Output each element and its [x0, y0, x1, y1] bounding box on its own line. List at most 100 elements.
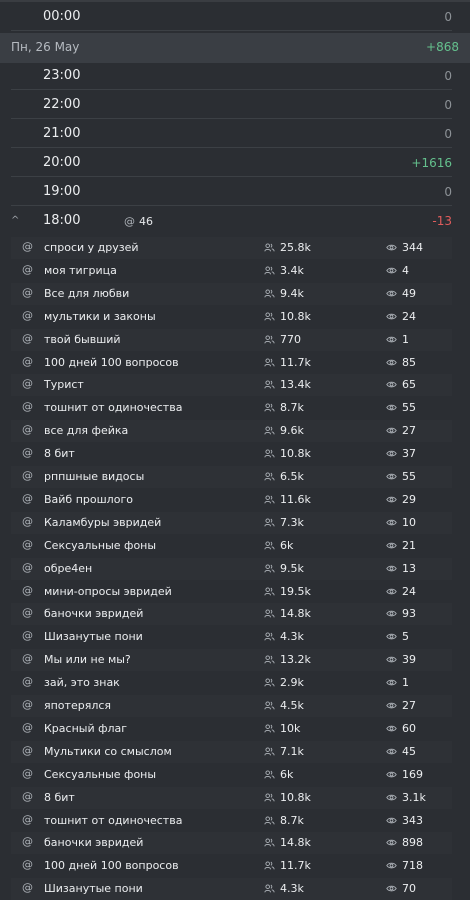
views-value: 45 [402, 745, 416, 758]
channel-row[interactable]: @ баночки эвридей 14.8k 898 [11, 832, 452, 854]
channel-name[interactable]: зай, это знак [44, 676, 120, 689]
channel-name[interactable]: мини-опросы эвридей [44, 585, 172, 598]
channel-name[interactable]: твой бывший [44, 333, 121, 346]
channel-row[interactable]: @ обре4ен 9.5k 13 [11, 558, 452, 580]
hour-value: +1616 [411, 156, 452, 170]
subscribers-count: 9.6k [264, 424, 304, 437]
channel-name[interactable]: Красный флаг [44, 722, 127, 735]
channel-row[interactable]: @ мультики и законы 10.8k 24 [11, 306, 452, 328]
channel-row[interactable]: @ моя тигрица 3.4k 4 [11, 260, 452, 282]
views-value: 21 [402, 539, 416, 552]
channel-row[interactable]: @ спроси у друзей 25.8k 344 [11, 237, 452, 259]
subscribers-count: 11.7k [264, 356, 311, 369]
subscribers-count: 25.8k [264, 241, 311, 254]
channel-row[interactable]: @ Шизанутые пони 4.3k 70 [11, 878, 452, 900]
channel-name[interactable]: Мультики со смыслом [44, 745, 172, 758]
at-icon: @ [22, 629, 33, 642]
at-icon: @ [22, 767, 33, 780]
channel-row[interactable]: @ баночки эвридей 14.8k 93 [11, 603, 452, 625]
channel-name[interactable]: моя тигрица [44, 264, 117, 277]
channel-row[interactable]: @ Вайб прошлого 11.6k 29 [11, 489, 452, 511]
channel-name[interactable]: Сексуальные фоны [44, 768, 156, 781]
channel-name[interactable]: 8 бит [44, 447, 75, 460]
channel-name[interactable]: тошнит от одиночества [44, 401, 182, 414]
views-count: 60 [386, 722, 416, 735]
eye-icon [386, 541, 397, 550]
users-icon [264, 884, 275, 893]
users-icon [264, 678, 275, 687]
chevron-up-icon[interactable]: ^ [11, 215, 19, 226]
channel-name[interactable]: 100 дней 100 вопросов [44, 859, 179, 872]
views-count: 27 [386, 699, 416, 712]
channel-row[interactable]: @ мини-опросы эвридей 19.5k 24 [11, 581, 452, 603]
channel-row[interactable]: @ зай, это знак 2.9k 1 [11, 672, 452, 694]
views-count: 27 [386, 424, 416, 437]
channel-row[interactable]: @ твой бывший 770 1 [11, 329, 452, 351]
hour-row-0000[interactable]: 00:00 0 [11, 3, 452, 31]
channel-row[interactable]: @ япотерялся 4.5k 27 [11, 695, 452, 717]
subscribers-value: 4.5k [280, 699, 304, 712]
channel-row[interactable]: @ Мультики со смыслом 7.1k 45 [11, 741, 452, 763]
day-header[interactable]: Пн, 26 May +868 [0, 33, 470, 63]
channel-row[interactable]: @8 бит 10.8k 3.1k [11, 787, 452, 809]
channel-name[interactable]: Вайб прошлого [44, 493, 133, 506]
channel-row[interactable]: @ тошнит от одиночества 8.7k 55 [11, 397, 452, 419]
hour-row-2100[interactable]: 21:00 0 [11, 120, 452, 148]
subscribers-count: 13.2k [264, 653, 311, 666]
channel-name[interactable]: Шизанутые пони [44, 630, 143, 643]
channel-row[interactable]: @100 дней 100 вопросов 11.7k 718 [11, 855, 452, 877]
hour-row-2200[interactable]: 22:00 0 [11, 91, 452, 119]
subscribers-value: 3.4k [280, 264, 304, 277]
hour-row-1800-expanded[interactable]: ^ 18:00 @46 -13 [11, 207, 452, 235]
channel-row[interactable]: @ Сексуальные фоны 6k 169 [11, 764, 452, 786]
channel-name[interactable]: 100 дней 100 вопросов [44, 356, 179, 369]
eye-icon [386, 678, 397, 687]
channel-row[interactable]: @100 дней 100 вопросов 11.7k 85 [11, 352, 452, 374]
channel-name[interactable]: Каламбуры эвридей [44, 516, 161, 529]
users-icon [264, 426, 275, 435]
channel-row[interactable]: @ рппшные видосы 6.5k 55 [11, 466, 452, 488]
channel-row[interactable]: @ Мы или не мы? 13.2k 39 [11, 649, 452, 671]
views-count: 1 [386, 333, 409, 346]
channel-name[interactable]: Мы или не мы? [44, 653, 131, 666]
channel-name[interactable]: Турист [44, 378, 84, 391]
channel-row[interactable]: @ тошнит от одиночества 8.7k 343 [11, 810, 452, 832]
channel-name[interactable]: мультики и законы [44, 310, 156, 323]
users-icon [264, 564, 275, 573]
subscribers-count: 9.5k [264, 562, 304, 575]
subscribers-value: 10.8k [280, 791, 311, 804]
channel-name[interactable]: рппшные видосы [44, 470, 144, 483]
channel-row[interactable]: @ Каламбуры эвридей 7.3k 10 [11, 512, 452, 534]
views-value: 343 [402, 814, 423, 827]
channel-name[interactable]: 8 бит [44, 791, 75, 804]
channel-name[interactable]: баночки эвридей [44, 607, 143, 620]
hour-row-1900[interactable]: 19:00 0 [11, 178, 452, 206]
channel-name[interactable]: спроси у друзей [44, 241, 139, 254]
channel-row[interactable]: @ Сексуальные фоны 6k 21 [11, 535, 452, 557]
channel-row[interactable]: @ все для фейка 9.6k 27 [11, 420, 452, 442]
subscribers-value: 14.8k [280, 607, 311, 620]
channel-name[interactable]: Сексуальные фоны [44, 539, 156, 552]
hour-row-2300[interactable]: 23:00 0 [11, 62, 452, 90]
channel-row[interactable]: @ Красный флаг 10k 60 [11, 718, 452, 740]
users-icon [264, 518, 275, 527]
channel-name[interactable]: япотерялся [44, 699, 111, 712]
views-count: 39 [386, 653, 416, 666]
channel-name[interactable]: Шизанутые пони [44, 882, 143, 895]
users-icon [264, 770, 275, 779]
channel-name[interactable]: тошнит от одиночества [44, 814, 182, 827]
channel-row[interactable]: @ Турист 13.4k 65 [11, 374, 452, 396]
hour-row-2000[interactable]: 20:00 +1616 [11, 149, 452, 177]
channel-row[interactable]: @ Все для любви 9.4k 49 [11, 283, 452, 305]
channel-row[interactable]: @ Шизанутые пони 4.3k 5 [11, 626, 452, 648]
subscribers-value: 9.6k [280, 424, 304, 437]
channel-row[interactable]: @8 бит 10.8k 37 [11, 443, 452, 465]
channel-name[interactable]: обре4ен [44, 562, 92, 575]
subscribers-count: 13.4k [264, 378, 311, 391]
subscribers-count: 19.5k [264, 585, 311, 598]
at-icon: @ [22, 377, 33, 390]
channel-name[interactable]: Все для любви [44, 287, 129, 300]
channel-name[interactable]: баночки эвридей [44, 836, 143, 849]
channel-name[interactable]: все для фейка [44, 424, 128, 437]
at-icon: @ [22, 584, 33, 597]
